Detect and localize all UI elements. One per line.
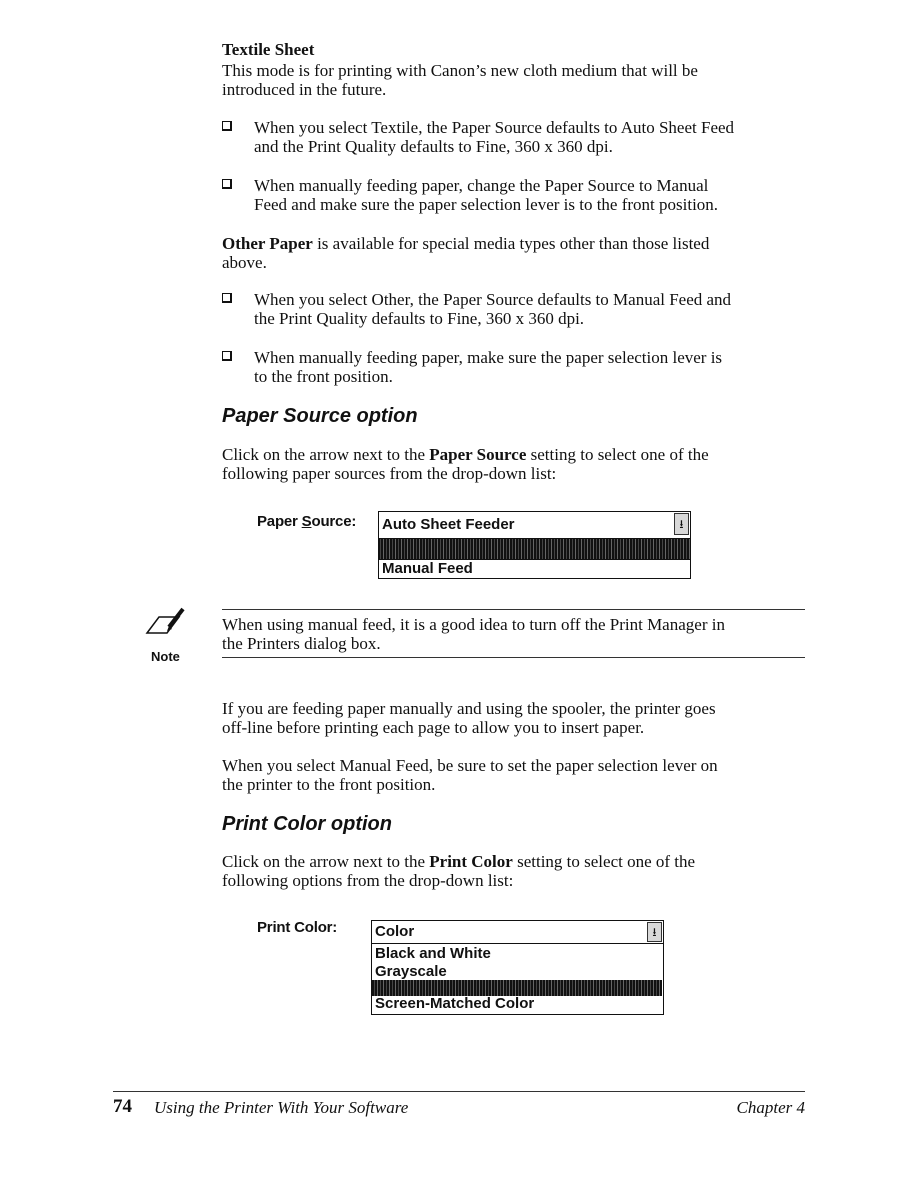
checkbox-bullet-icon (222, 351, 232, 361)
option-label: Manual Feed (382, 560, 473, 577)
down-arrow-icon[interactable]: ⭳ (647, 922, 662, 942)
note-label: Note (151, 649, 180, 664)
instr-text: following paper sources from the drop-do… (222, 464, 557, 483)
dropdown-option[interactable]: Screen-Matched Color (375, 995, 534, 1012)
instr-text: setting to select one of the (526, 445, 709, 464)
bullet-line: the Print Quality defaults to Fine, 360 … (254, 309, 585, 328)
print-color-dropdown[interactable]: Color ⭳ Black and White Grayscale Screen… (371, 920, 664, 1015)
manual-feed-paragraph: When you select Manual Feed, be sure to … (222, 756, 718, 794)
down-arrow-icon[interactable]: ⭳ (674, 513, 689, 535)
instr-text: setting to select one of the (512, 852, 696, 871)
checkbox-bullet-icon (222, 121, 232, 131)
instr-text: Click on the arrow next to the (222, 445, 430, 464)
note-line: the Printers dialog box. (222, 634, 381, 653)
para-line: off-line before printing each page to al… (222, 718, 645, 737)
dropdown-option[interactable]: Black and White (375, 945, 491, 962)
bullet-line: and the Print Quality defaults to Fine, … (254, 137, 613, 156)
other-paper-text: is available for special media types oth… (312, 234, 710, 253)
note-text: When using manual feed, it is a good ide… (222, 615, 725, 653)
para-line: If you are feeding paper manually and us… (222, 699, 716, 718)
bullet-line: When manually feeding paper, make sure t… (254, 348, 723, 367)
instr-text: following options from the drop-down lis… (222, 871, 514, 890)
paper-source-select[interactable]: Auto Sheet Feeder ⭳ (378, 511, 691, 539)
footer-title: Using the Printer With Your Software (154, 1098, 409, 1117)
spooler-paragraph: If you are feeding paper manually and us… (222, 699, 716, 737)
bullet-line: When manually feeding paper, change the … (254, 176, 709, 195)
instr-text: Click on the arrow next to the (222, 852, 430, 871)
print-color-instructions: Click on the arrow next to the Print Col… (222, 852, 695, 890)
paper-source-dropdown[interactable]: Auto Sheet Feeder ⭳ Manual Feed (378, 511, 691, 579)
note-bottom-rule (222, 657, 805, 658)
para-line: the printer to the front position. (222, 775, 436, 794)
print-color-heading: Print Color option (222, 813, 392, 835)
paper-source-label: Paper Source: (257, 513, 356, 530)
footer-chapter: Chapter 4 (736, 1098, 805, 1117)
print-color-label: Print Color: (257, 919, 338, 936)
other-paper-term: Other Paper (222, 234, 313, 253)
checkbox-bullet-icon (222, 179, 232, 189)
paper-source-instructions: Click on the arrow next to the Paper Sou… (222, 445, 709, 483)
other-paper-intro: Other Paper is available for special med… (222, 234, 709, 272)
highlighted-option-bar[interactable] (372, 980, 662, 996)
label-text: ource: (311, 513, 357, 530)
textile-intro-line: This mode is for printing with Canon’s n… (222, 61, 698, 80)
checkbox-bullet-icon (222, 293, 232, 303)
note-top-rule (222, 609, 805, 610)
textile-intro: This mode is for printing with Canon’s n… (222, 61, 698, 99)
dropdown-option[interactable]: Manual Feed (378, 559, 691, 579)
instr-term: Print Color (429, 852, 513, 871)
selected-value: Color (375, 923, 415, 940)
page-number: 74 (113, 1096, 132, 1117)
textile-heading: Textile Sheet (222, 40, 315, 59)
bullet-line: Feed and make sure the paper selection l… (254, 195, 719, 214)
bullet-line: to the front position. (254, 367, 393, 386)
pencil-note-icon (145, 605, 190, 655)
label-accelerator: S (301, 513, 312, 530)
paper-source-heading: Paper Source option (222, 405, 418, 427)
para-line: When you select Manual Feed, be sure to … (222, 756, 718, 775)
selected-value: Auto Sheet Feeder (382, 516, 515, 533)
textile-intro-line: introduced in the future. (222, 80, 387, 99)
dropdown-list: Black and White Grayscale Screen-Matched… (371, 944, 664, 1015)
dropdown-option[interactable]: Grayscale (375, 963, 447, 980)
footer-rule (113, 1091, 805, 1092)
bullet-line: When you select Other, the Paper Source … (254, 290, 732, 309)
note-line: When using manual feed, it is a good ide… (222, 615, 725, 634)
bullet-line: When you select Textile, the Paper Sourc… (254, 118, 735, 137)
print-color-select[interactable]: Color ⭳ (371, 920, 664, 944)
highlighted-option-bar[interactable] (378, 539, 691, 559)
other-paper-text: above. (222, 253, 267, 272)
instr-term: Paper Source (429, 445, 527, 464)
label-text: Paper (257, 513, 302, 530)
